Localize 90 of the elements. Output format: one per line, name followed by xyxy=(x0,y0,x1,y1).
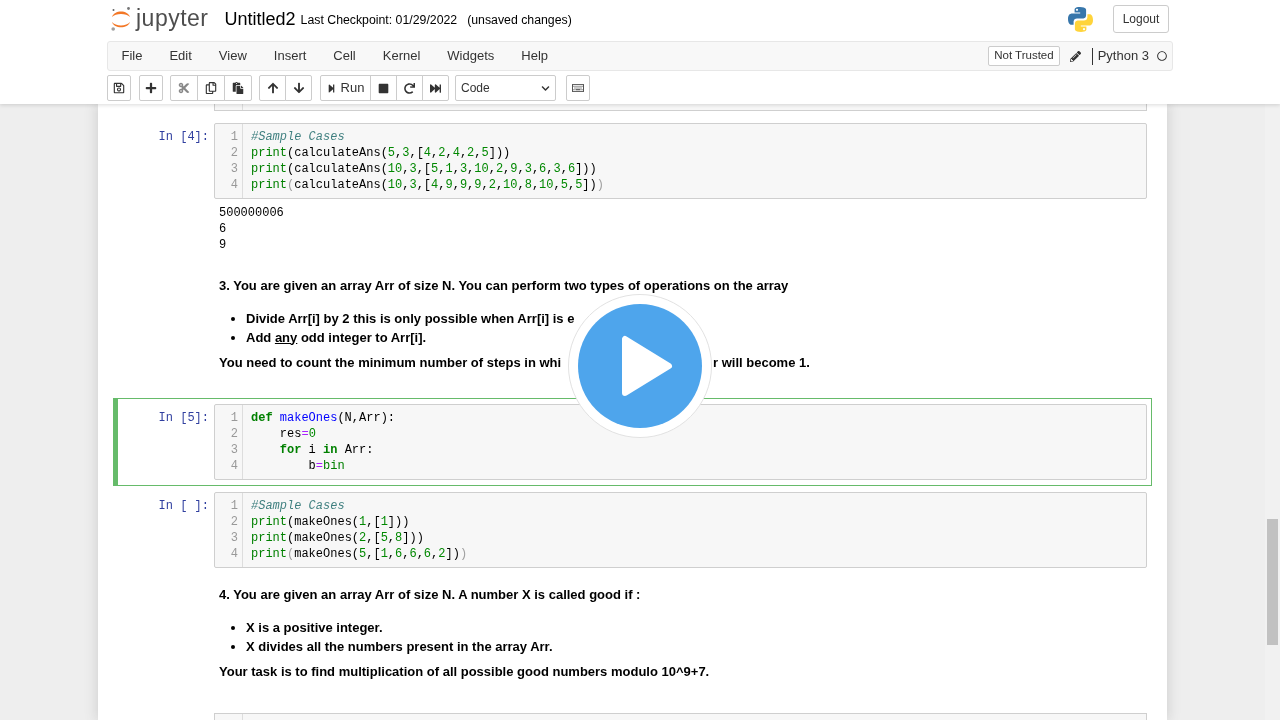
paste-button[interactable] xyxy=(224,75,252,101)
code-line: def makeOnes(N,Arr): xyxy=(251,410,396,426)
menu-item[interactable]: Kernel xyxy=(369,42,434,70)
logo-text: jupyter xyxy=(136,6,209,30)
code-line: res=0 xyxy=(278,426,316,442)
code-line: print(makeOnes(1,[1])) xyxy=(251,514,410,530)
play-icon[interactable] xyxy=(568,294,712,438)
code-line: print(calculateAns(10,3,[5,1,3,10,2,9,3,6,3,6])) xyxy=(251,161,597,177)
move-down-button[interactable] xyxy=(285,75,312,101)
run-all-button[interactable] xyxy=(422,75,449,101)
run-button[interactable]: Run xyxy=(320,75,371,101)
step-forward-icon xyxy=(326,83,336,93)
code-line: print(makeOnes(2,[5,8])) xyxy=(251,530,424,546)
code-editor[interactable]: 1 2 3 4 #Sample Cases print(makeOnes(1,[1])) print(makeOnes(2,[5,8])) print(makeOnes(5,[1,6,6,6,2])) xyxy=(214,492,1147,568)
selected-cell-frame[interactable]: In [5]: 1 2 3 4 def makeOnes(N,Arr): res=0 for i in Arr: b=bin xyxy=(113,398,1152,486)
line-number: 4 xyxy=(230,177,238,193)
save-button[interactable] xyxy=(107,75,131,101)
line-number: 1 xyxy=(230,410,238,426)
save-icon xyxy=(113,82,125,94)
code-line: #Sample Cases xyxy=(251,498,345,514)
line-number: 4 xyxy=(230,458,238,474)
line-number: 2 xyxy=(230,514,238,530)
markdown-text: 4. You are given an array Arr of size N. A number X is called good if : xyxy=(219,587,641,603)
list-item-text: X divides all the numbers present in the array Arr. xyxy=(246,638,553,655)
insert-cell-button[interactable] xyxy=(139,75,163,101)
interrupt-button[interactable] xyxy=(370,75,397,101)
markdown-text: You need to count the minimum number of steps in whi xyxy=(219,355,562,371)
cell-output: 500000006 6 9 xyxy=(219,205,284,253)
logo-icon xyxy=(110,6,132,32)
line-number: 3 xyxy=(230,530,238,546)
code-line: for i in Arr: xyxy=(278,442,374,458)
language-logo-icon xyxy=(1067,5,1094,33)
menu-item[interactable]: Edit xyxy=(155,42,206,70)
cell-prompt: In [ ]: xyxy=(158,498,209,514)
code-line: print(calculateAns(10,3,[4,9,9,9,2,10,8,10,5,5])) xyxy=(251,177,604,193)
scissors-icon xyxy=(178,82,190,94)
code-line: b=bin xyxy=(307,458,345,474)
bullet-icon xyxy=(231,625,235,630)
copy-button[interactable] xyxy=(197,75,225,101)
copy-icon xyxy=(205,82,217,94)
scrollbar-thumb[interactable] xyxy=(1267,519,1278,645)
save-status-text: (unsaved changes) xyxy=(467,14,572,27)
menu-item[interactable]: View xyxy=(205,42,261,70)
markdown-text: Your task is to find multiplication of all possible good numbers modulo 10^9+7. xyxy=(219,664,710,680)
trust-button[interactable]: Not Trusted xyxy=(988,46,1060,66)
line-number: 3 xyxy=(230,161,238,177)
cell-prompt: In [5]: xyxy=(158,410,209,426)
move-up-button[interactable] xyxy=(259,75,286,101)
plus-icon xyxy=(145,82,157,94)
markdown-text: r will become 1. xyxy=(713,355,810,371)
code-line: print(calculateAns(5,3,[4,2,4,2,5])) xyxy=(251,145,511,161)
code-line: #Sample Cases xyxy=(251,129,345,145)
bullet-icon xyxy=(231,335,235,340)
line-number: 2 xyxy=(230,426,238,442)
stop-icon xyxy=(378,82,389,94)
circular-arrow-icon xyxy=(404,82,415,94)
line-number: 2 xyxy=(230,145,238,161)
code-editor[interactable]: 1 2 3 4 def makeOnes(N,Arr): res=0 for i in Arr: b=bin xyxy=(214,404,1147,480)
line-number: 1 xyxy=(230,129,238,145)
line-number: 1 xyxy=(230,498,238,514)
line-number: 4 xyxy=(230,546,238,562)
menu-item[interactable]: Help xyxy=(507,42,562,70)
chevron-down-icon xyxy=(541,83,550,93)
list-item-text: X is a positive integer. xyxy=(246,619,383,636)
list-item-text: Add any odd integer to Arr[i]. xyxy=(246,329,427,346)
code-editor[interactable]: 1 2 3 4 #Sample Cases print(calculateAns(5,3,[4,2,4,2,5])) print(calculateAns(10,3,[5,1,3,10,2,9,3,6,3,6])) print(calculateAns(10,3,[4,9,9,9,2,10,8,10,5,5])) xyxy=(214,123,1147,199)
arrow-down-icon xyxy=(292,82,305,94)
notebook-name[interactable]: Untitled2 xyxy=(224,10,296,28)
code-line: print(makeOnes(5,[1,6,6,6,2])) xyxy=(251,546,468,562)
menu-item[interactable]: File xyxy=(108,42,156,70)
logout-button[interactable]: Logout xyxy=(1113,5,1169,33)
keyboard-icon xyxy=(572,82,584,94)
menu-item[interactable]: Insert xyxy=(260,42,320,70)
restart-button[interactable] xyxy=(396,75,423,101)
pencil-icon[interactable] xyxy=(1069,50,1081,62)
line-number: 3 xyxy=(230,442,238,458)
clipboard-icon xyxy=(232,82,244,94)
fast-forward-icon xyxy=(430,82,441,94)
kernel-name: Python 3 xyxy=(1097,47,1149,66)
markdown-text: 3. You are given an array Arr of size N. You can perform two types of operations on the array xyxy=(219,278,789,294)
cell-type-select[interactable]: Code xyxy=(455,75,556,101)
cell-prompt: In [4]: xyxy=(158,129,209,145)
bullet-icon xyxy=(231,316,235,321)
arrow-up-icon xyxy=(266,82,279,94)
checkpoint-text: Last Checkpoint: 01/29/2022 xyxy=(300,14,458,27)
bullet-icon xyxy=(231,644,235,649)
command-palette-button[interactable] xyxy=(566,75,590,101)
menu-item[interactable]: Cell xyxy=(319,42,370,70)
menu-item[interactable]: Widgets xyxy=(433,42,508,70)
list-item-text: Divide Arr[i] by 2 this is only possible when Arr[i] is e xyxy=(246,310,575,327)
